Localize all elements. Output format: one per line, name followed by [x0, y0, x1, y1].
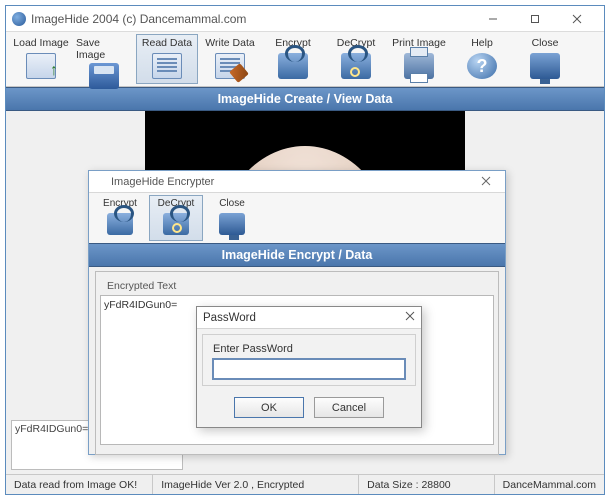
enc-close-button[interactable]: Close: [205, 195, 259, 241]
ok-button[interactable]: OK: [234, 397, 304, 418]
password-title: PassWord: [203, 312, 405, 324]
lock-icon: [278, 53, 308, 79]
main-toolbar: Load Image Save Image Read Data Write Da…: [6, 32, 604, 87]
help-button[interactable]: Help?: [451, 34, 513, 84]
status-bar: Data read from Image OK! ImageHide Ver 2…: [6, 474, 604, 494]
status-brand: DanceMammal.com: [495, 475, 604, 494]
save-disk-icon: [89, 63, 119, 89]
password-label: Enter PassWord: [213, 343, 405, 355]
monitor-icon: [219, 213, 245, 235]
close-button[interactable]: [556, 7, 598, 31]
password-titlebar[interactable]: PassWord: [197, 307, 421, 329]
main-title: ImageHide 2004 (c) Dancemammal.com: [31, 12, 246, 26]
encrypter-title: ImageHide Encrypter: [111, 176, 214, 188]
main-banner: ImageHide Create / View Data: [6, 87, 604, 111]
load-image-button[interactable]: Load Image: [10, 34, 72, 84]
decrypt-button[interactable]: DeCrypt: [325, 34, 387, 84]
enc-decrypt-button[interactable]: DeCrypt: [149, 195, 203, 241]
encrypter-banner: ImageHide Encrypt / Data: [89, 243, 505, 267]
read-data-button[interactable]: Read Data: [136, 34, 198, 84]
app-icon: [94, 176, 106, 188]
status-version: ImageHide Ver 2.0 , Encrypted: [153, 475, 359, 494]
unlock-icon: [341, 53, 371, 79]
monitor-icon: [530, 53, 560, 79]
status-size: Data Size : 28800: [359, 475, 494, 494]
password-close-button[interactable]: [405, 311, 415, 324]
save-image-button[interactable]: Save Image: [73, 34, 135, 84]
read-doc-icon: [152, 53, 182, 79]
encrypter-toolbar: Encrypt DeCrypt Close: [89, 193, 505, 243]
help-icon: ?: [467, 53, 497, 79]
maximize-button[interactable]: [514, 7, 556, 31]
load-image-icon: [26, 53, 56, 79]
encrypted-text-label: Encrypted Text: [104, 280, 179, 292]
password-input[interactable]: [213, 359, 405, 379]
lock-icon: [107, 213, 133, 235]
app-icon: [12, 12, 26, 26]
minimize-button[interactable]: [472, 7, 514, 31]
encrypter-titlebar[interactable]: ImageHide Encrypter: [89, 171, 505, 193]
write-doc-icon: [215, 53, 245, 79]
main-titlebar[interactable]: ImageHide 2004 (c) Dancemammal.com: [6, 6, 604, 32]
cancel-button[interactable]: Cancel: [314, 397, 384, 418]
enc-encrypt-button[interactable]: Encrypt: [93, 195, 147, 241]
password-dialog: PassWord Enter PassWord OK Cancel: [196, 306, 422, 428]
encrypt-button[interactable]: Encrypt: [262, 34, 324, 84]
print-image-button[interactable]: Print Image: [388, 34, 450, 84]
status-read: Data read from Image OK!: [6, 475, 153, 494]
printer-icon: [404, 53, 434, 79]
close-app-button[interactable]: Close: [514, 34, 576, 84]
encrypter-close-button[interactable]: [472, 174, 500, 189]
unlock-icon: [163, 213, 189, 235]
write-data-button[interactable]: Write Data: [199, 34, 261, 84]
